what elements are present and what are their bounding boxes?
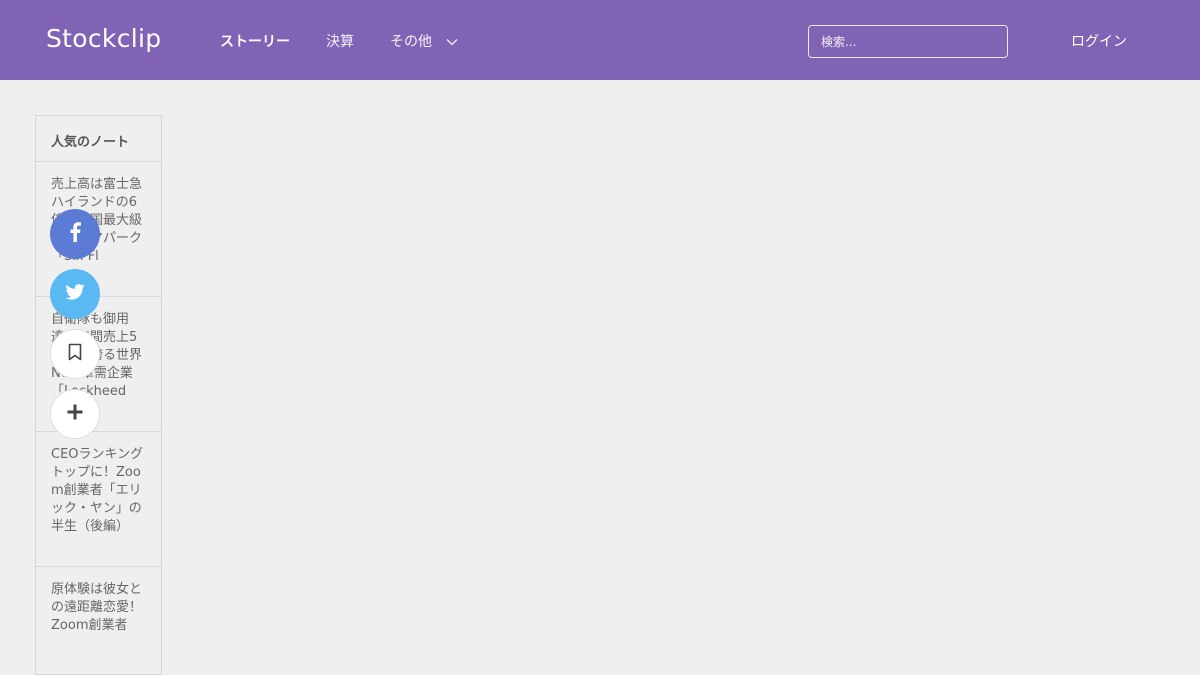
bookmark-icon bbox=[68, 343, 82, 365]
popular-note-title: CEOランキングトップに！Zoom創業者「エリック・ヤン」の半生（後編） bbox=[51, 447, 144, 534]
twitter-share-button[interactable] bbox=[50, 269, 100, 319]
bookmark-button[interactable] bbox=[50, 329, 100, 379]
nav-item-earnings[interactable]: 決算 bbox=[326, 31, 354, 51]
facebook-share-button[interactable] bbox=[50, 209, 100, 259]
popular-note-title: 原体験は彼女との遠距離恋愛！Zoom創業者 bbox=[51, 582, 143, 633]
nav-item-stories[interactable]: ストーリー bbox=[220, 31, 290, 51]
top-navigation-bar: Stockclip ストーリー 決算 その他 ログイン bbox=[0, 0, 1200, 80]
twitter-icon bbox=[65, 284, 85, 304]
chevron-down-icon bbox=[446, 34, 458, 50]
popular-notes-heading: 人気のノート bbox=[36, 116, 161, 162]
nav-item-other-label: その他 bbox=[390, 34, 432, 50]
login-link[interactable]: ログイン bbox=[1071, 31, 1127, 51]
popular-note-item[interactable]: CEOランキングトップに！Zoom創業者「エリック・ヤン」の半生（後編） bbox=[36, 432, 161, 567]
facebook-icon bbox=[69, 222, 81, 246]
nav-item-other[interactable]: その他 bbox=[390, 31, 458, 51]
popular-note-item[interactable]: 原体験は彼女との遠距離恋愛！Zoom創業者 bbox=[36, 567, 161, 674]
search-input[interactable] bbox=[808, 25, 1008, 58]
site-logo[interactable]: Stockclip bbox=[46, 24, 161, 53]
popular-notes-panel: 人気のノート 売上高は富士急ハイランドの6倍！米国最大級のテーマパーク「Six … bbox=[35, 115, 162, 675]
plus-icon bbox=[67, 404, 83, 424]
add-button[interactable] bbox=[50, 389, 100, 439]
